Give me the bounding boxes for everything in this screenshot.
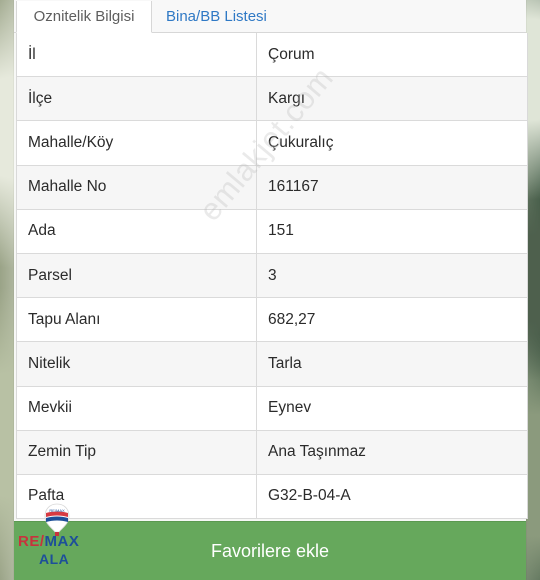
table-row: Mevkii Eynev — [17, 386, 527, 431]
table-row: Ada 151 — [17, 209, 527, 254]
row-label: Pafta — [17, 474, 257, 519]
row-label: Mahalle/Köy — [17, 121, 257, 165]
table-row: İl Çorum — [17, 33, 527, 78]
row-label: İl — [17, 33, 257, 77]
row-label: Tapu Alanı — [17, 298, 257, 342]
table-row: Pafta G32-B-04-A — [17, 474, 527, 520]
add-to-favorites-button[interactable]: Favorilere ekle — [14, 521, 526, 580]
row-value: 3 — [268, 266, 277, 284]
table-row: İlçe Kargı — [17, 77, 527, 122]
row-value: 682,27 — [268, 310, 316, 328]
row-label: Mevkii — [17, 386, 257, 430]
row-value: Çorum — [268, 45, 315, 63]
table-row: Zemin Tip Ana Taşınmaz — [17, 430, 527, 475]
table-row: Mahalle/Köy Çukuralıç — [17, 121, 527, 166]
row-label: İlçe — [17, 77, 257, 121]
row-value: Çukuralıç — [268, 133, 334, 151]
row-label: Nitelik — [17, 342, 257, 386]
row-value: Ana Taşınmaz — [268, 443, 366, 461]
attribute-panel: Oznitelik Bilgisi Bina/BB Listesi İl Çor… — [14, 0, 528, 580]
table-row: Mahalle No 161167 — [17, 165, 527, 210]
row-label: Parsel — [17, 253, 257, 298]
row-value: Kargı — [268, 89, 306, 107]
row-label: Zemin Tip — [17, 430, 257, 474]
row-value: 161167 — [268, 178, 319, 196]
attribute-table: İl Çorum İlçe Kargı Mahalle/Köy Çukuralı… — [16, 33, 528, 520]
tab-bar: Oznitelik Bilgisi Bina/BB Listesi — [14, 0, 526, 33]
tab-oznitelik-bilgisi[interactable]: Oznitelik Bilgisi — [16, 1, 152, 33]
table-row: Parsel 3 — [17, 253, 527, 299]
row-value: 151 — [268, 222, 294, 240]
table-row: Nitelik Tarla — [17, 342, 527, 387]
row-value: Tarla — [268, 354, 302, 372]
row-label: Mahalle No — [17, 165, 257, 209]
row-value: Eynev — [268, 399, 312, 417]
tab-bina-bb-listesi[interactable]: Bina/BB Listesi — [152, 0, 281, 32]
table-row: Tapu Alanı 682,27 — [17, 298, 527, 343]
row-label: Ada — [17, 209, 257, 253]
row-value: G32-B-04-A — [268, 487, 351, 505]
screen: Oznitelik Bilgisi Bina/BB Listesi İl Çor… — [0, 0, 540, 580]
